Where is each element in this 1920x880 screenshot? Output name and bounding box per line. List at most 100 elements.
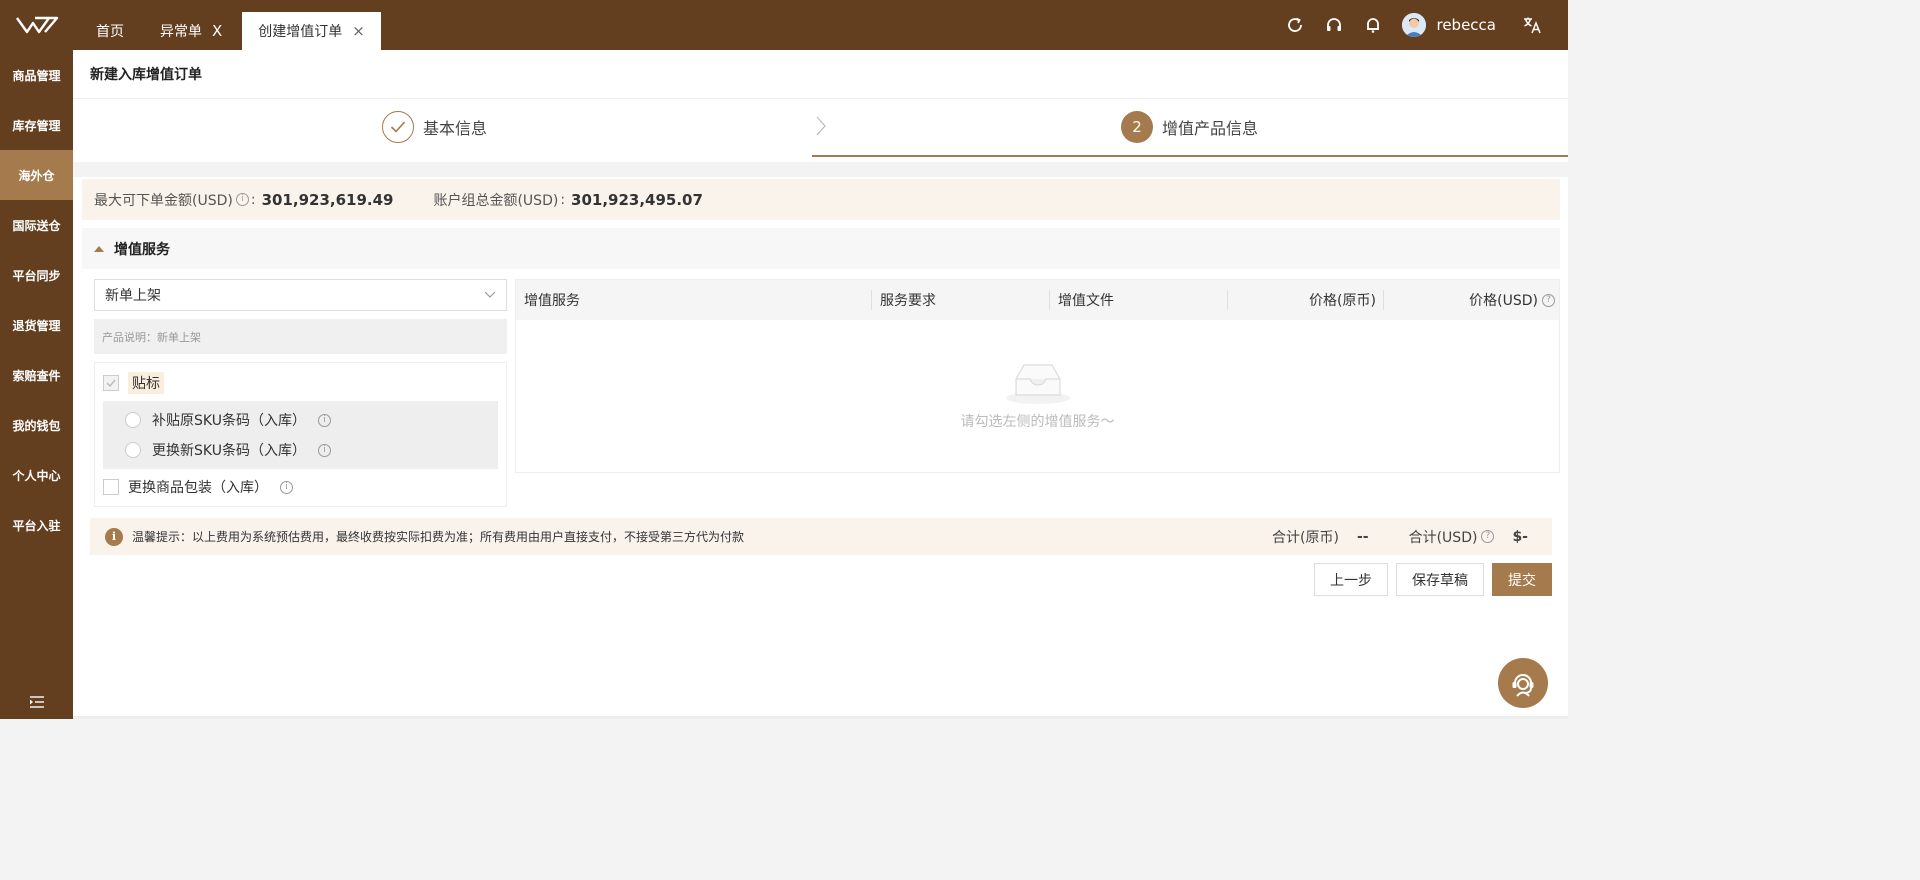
vas-options-panel: 新单上架 产品说明：新单上架 贴标 补贴原SKU条码（入库） i 更换新SKU条… (94, 279, 507, 507)
sidebar-item-overseas-warehouse[interactable]: 海外仓 (0, 150, 73, 200)
headset-icon[interactable] (1324, 15, 1344, 35)
sidebar-item-claims-tracking[interactable]: 索赔查件 (0, 350, 73, 400)
column-header-price-usd: 价格(USD) ? (1384, 280, 1559, 320)
tab-exception-orders[interactable]: 异常单 X (144, 12, 238, 50)
main-content: 新建入库增值订单 基本信息 2 增值产品信息 最大可下单金额(USD) i : … (73, 50, 1568, 719)
sidebar-item-international-delivery[interactable]: 国际送仓 (0, 200, 73, 250)
tab-bar: 首页 异常单 X 创建增值订单 × (80, 0, 385, 50)
step-number: 2 (1121, 111, 1153, 143)
sidebar-item-label: 商品管理 (12, 68, 61, 83)
sidebar-item-platform-onboarding[interactable]: 平台入驻 (0, 500, 73, 550)
step-label: 基本信息 (423, 119, 488, 138)
logo[interactable] (0, 0, 73, 50)
option-label: 贴标 (128, 372, 164, 394)
help-icon[interactable]: ? (1481, 530, 1495, 543)
refresh-icon[interactable] (1285, 15, 1305, 35)
total-original-label: 合计(原币) (1272, 529, 1339, 546)
select-value: 新单上架 (105, 288, 161, 304)
username[interactable]: rebecca (1436, 16, 1496, 34)
empty-inbox-icon (1005, 364, 1070, 404)
help-icon[interactable]: ? (1542, 293, 1555, 307)
sidebar-item-label: 退货管理 (12, 318, 61, 333)
chevron-right-icon (815, 115, 827, 141)
support-agent-icon (1512, 674, 1534, 697)
option-labeling[interactable]: 贴标 (103, 371, 498, 395)
column-header-requirement: 服务要求 (872, 280, 1050, 320)
checkbox[interactable] (103, 375, 119, 391)
save-draft-button[interactable]: 保存草稿 (1396, 563, 1484, 596)
close-icon[interactable]: × (352, 22, 365, 40)
vas-content: 新单上架 产品说明：新单上架 贴标 补贴原SKU条码（入库） i 更换新SKU条… (73, 269, 1568, 509)
option-replace-sku-barcode[interactable]: 更换新SKU条码（入库） i (125, 435, 498, 465)
steps-bar: 基本信息 2 增值产品信息 (73, 99, 1568, 162)
close-icon[interactable]: X (212, 22, 222, 40)
divider (73, 162, 1568, 177)
product-description: 产品说明：新单上架 (94, 319, 507, 354)
radio[interactable] (125, 412, 141, 428)
divider (73, 716, 1568, 719)
radio[interactable] (125, 442, 141, 458)
vas-section-header[interactable]: 增值服务 (82, 228, 1560, 269)
previous-step-button[interactable]: 上一步 (1314, 563, 1388, 596)
submit-button[interactable]: 提交 (1492, 563, 1552, 596)
bell-icon[interactable] (1363, 15, 1383, 35)
checkbox[interactable] (103, 479, 119, 495)
option-label: 更换新SKU条码（入库） (152, 443, 306, 459)
sidebar-item-product-management[interactable]: 商品管理 (0, 50, 73, 100)
sidebar-item-label: 平台入驻 (12, 518, 61, 533)
totals: 合计(原币) -- 合计(USD) ? $- (1272, 518, 1528, 555)
table-header: 增值服务 服务要求 增值文件 价格(原币) 价格(USD) ? (516, 280, 1559, 320)
sidebar-item-returns-management[interactable]: 退货管理 (0, 300, 73, 350)
info-icon[interactable]: i (235, 193, 249, 206)
sidebar-item-label: 海外仓 (18, 168, 55, 183)
info-icon[interactable]: i (317, 413, 331, 427)
option-reapply-sku-barcode[interactable]: 补贴原SKU条码（入库） i (125, 405, 498, 435)
info-icon[interactable]: i (317, 443, 331, 457)
separator: : (250, 191, 256, 208)
tab-home[interactable]: 首页 (80, 12, 140, 50)
empty-state: 请勾选左侧的增值服务～ (516, 320, 1559, 472)
vas-table: 增值服务 服务要求 增值文件 价格(原币) 价格(USD) ? 请勾选左侧的增值… (515, 279, 1560, 473)
fee-notice-text: 温馨提示：以上费用为系统预估费用，最终收费按实际扣费为准；所有费用由用户直接支付… (132, 530, 745, 544)
sidebar-item-label: 平台同步 (12, 268, 61, 283)
option-replace-packaging[interactable]: 更换商品包装（入库） i (103, 475, 498, 499)
vas-type-select[interactable]: 新单上架 (94, 279, 507, 311)
active-step-indicator (812, 155, 1568, 157)
sidebar: 商品管理 库存管理 海外仓 国际送仓 平台同步 退货管理 索赔查件 我的钱包 个… (0, 50, 73, 719)
step-vas-product-info[interactable]: 2 增值产品信息 (1121, 111, 1258, 143)
translate-icon[interactable] (1522, 15, 1542, 35)
service-options: 贴标 补贴原SKU条码（入库） i 更换新SKU条码（入库） i 更换商品包装（… (94, 362, 507, 507)
info-icon[interactable]: i (280, 480, 293, 494)
fee-notice-bar: i 温馨提示：以上费用为系统预估费用，最终收费按实际扣费为准；所有费用由用户直接… (90, 518, 1552, 555)
sidebar-item-label: 索赔查件 (12, 368, 61, 383)
check-icon (106, 379, 116, 387)
info-icon: i (105, 527, 123, 546)
max-amount-value: 301,923,619.49 (261, 190, 394, 209)
tab-create-vas-order[interactable]: 创建增值订单 × (242, 12, 381, 50)
avatar[interactable] (1402, 13, 1427, 37)
step-label: 增值产品信息 (1162, 119, 1259, 138)
total-usd-value: $- (1512, 528, 1528, 545)
check-icon (382, 111, 414, 143)
sidebar-item-platform-sync[interactable]: 平台同步 (0, 250, 73, 300)
sidebar-item-personal-center[interactable]: 个人中心 (0, 450, 73, 500)
menu-collapse-icon[interactable] (0, 695, 73, 709)
column-header-price-original: 价格(原币) (1228, 280, 1384, 320)
sidebar-item-label: 个人中心 (12, 468, 61, 483)
form-actions: 上一步 保存草稿 提交 (1306, 563, 1552, 596)
step-basic-info[interactable]: 基本信息 (382, 111, 487, 143)
customer-support-button[interactable] (1498, 658, 1548, 708)
total-original-value: -- (1356, 528, 1369, 545)
section-title: 增值服务 (114, 241, 170, 258)
sidebar-item-inventory-management[interactable]: 库存管理 (0, 100, 73, 150)
group-amount-value: 301,923,495.07 (571, 190, 703, 209)
tab-label: 创建增值订单 (258, 24, 343, 40)
column-header-service: 增值服务 (516, 280, 872, 320)
sidebar-item-my-wallet[interactable]: 我的钱包 (0, 400, 73, 450)
sidebar-item-label: 库存管理 (12, 118, 61, 133)
amount-summary: 最大可下单金额(USD) i : 301,923,619.49 账户组总金额(U… (82, 179, 1560, 220)
top-right-toolbar: rebecca (1285, 0, 1568, 50)
chevron-down-icon (484, 291, 496, 298)
top-bar: 首页 异常单 X 创建增值订单 × rebecca (0, 0, 1568, 50)
page-title: 新建入库增值订单 (73, 50, 1568, 99)
